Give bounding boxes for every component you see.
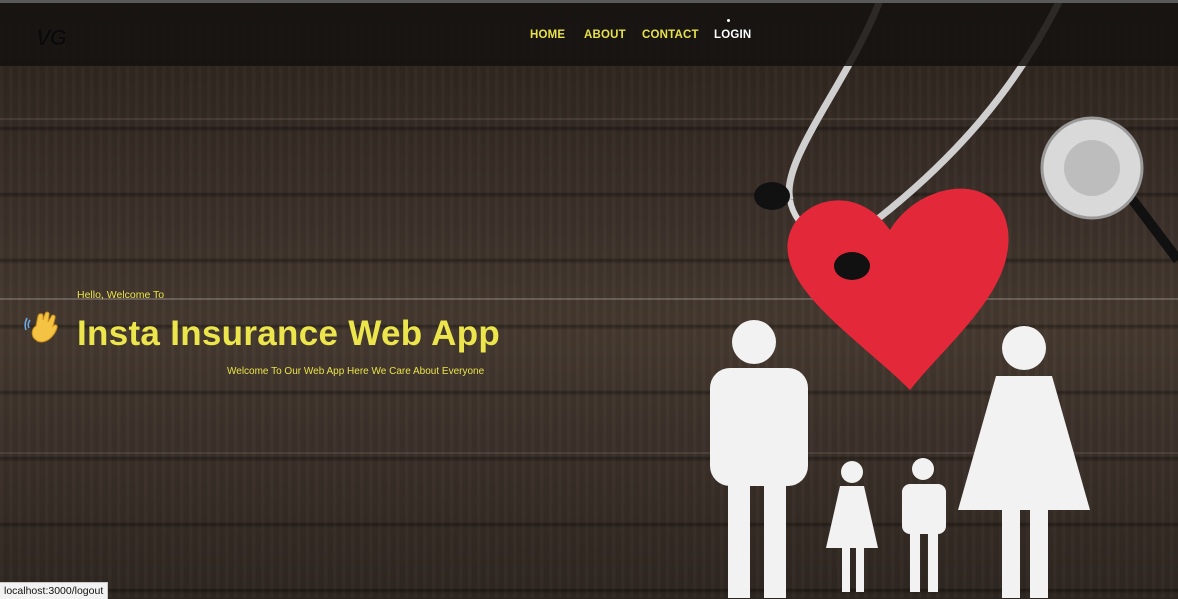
hero-subtitle: Welcome To Our Web App Here We Care Abou… <box>227 366 485 377</box>
active-indicator-dot <box>727 19 730 22</box>
nav-contact-link[interactable]: CONTACT <box>642 29 699 41</box>
hero-title: Insta Insurance Web App <box>77 314 501 353</box>
waving-hand-icon <box>24 311 58 343</box>
nav-about-link[interactable]: ABOUT <box>584 29 626 41</box>
nav-home-link[interactable]: HOME <box>530 29 565 41</box>
heart-shape <box>787 188 1009 390</box>
hero-greeting: Hello, Welcome To <box>77 289 165 301</box>
browser-status-url: localhost:3000/logout <box>0 582 109 599</box>
son-figure <box>902 458 946 592</box>
stethoscope-earpiece <box>834 252 870 280</box>
nav-login-link[interactable]: LOGIN <box>714 29 751 41</box>
mother-figure <box>958 326 1090 598</box>
insurance-illustration <box>710 0 1178 598</box>
brand-logo[interactable]: VG <box>36 25 67 51</box>
top-navbar: VG HOME ABOUT CONTACT LOGIN <box>0 0 1178 66</box>
father-figure <box>710 320 808 598</box>
daughter-figure <box>826 461 878 592</box>
stethoscope-earpiece <box>754 182 790 210</box>
